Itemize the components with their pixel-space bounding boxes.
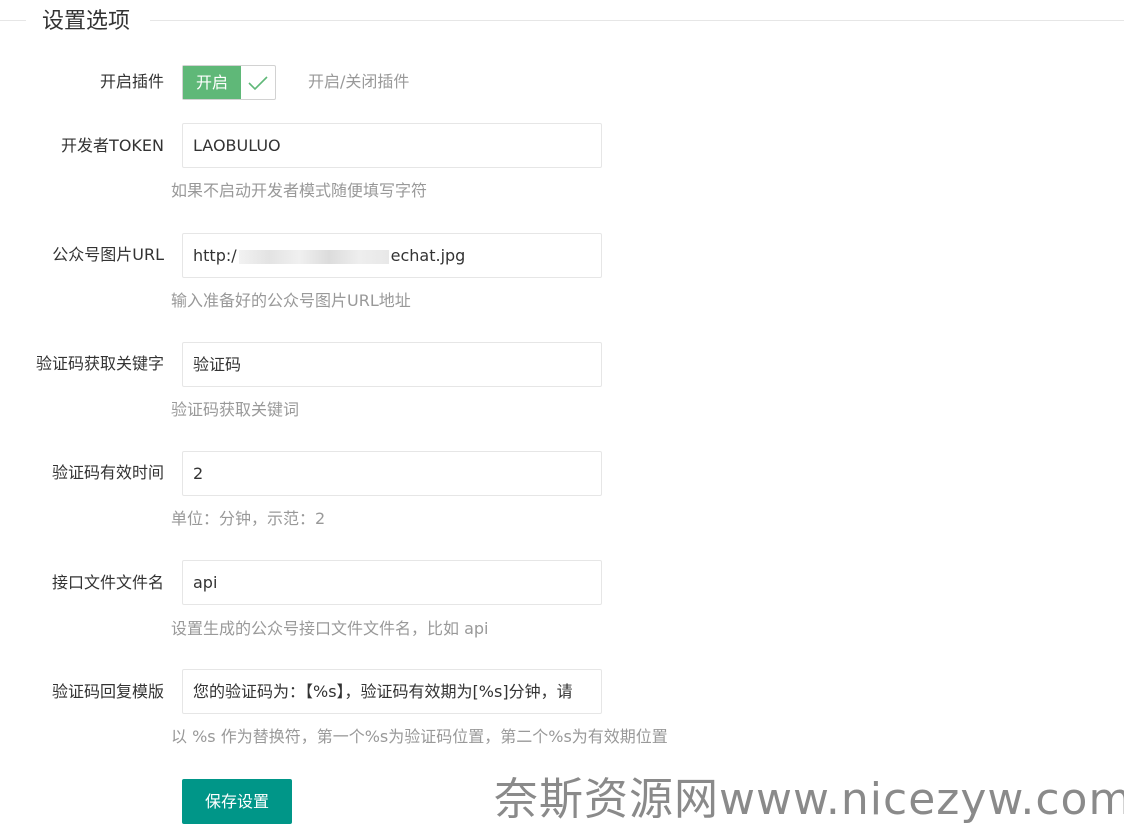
section-title: 设置选项 xyxy=(38,6,135,38)
fieldset-border-right xyxy=(150,20,1124,21)
reply-template-label: 验证码回复模版 xyxy=(51,682,164,701)
plugin-toggle-switch[interactable]: 开启 xyxy=(182,65,276,100)
developer-token-input[interactable]: LAOBULUO xyxy=(182,123,602,168)
plugin-switch-hint: 开启/关闭插件 xyxy=(308,72,410,91)
qr-image-url-label: 公众号图片URL xyxy=(52,245,164,264)
developer-token-hint: 如果不启动开发者模式随便填写字符 xyxy=(171,181,428,200)
site-watermark: 奈斯资源网www.nicezyw.com xyxy=(494,774,1124,825)
developer-token-label: 开发者TOKEN xyxy=(61,136,164,155)
reply-template-input[interactable]: 您的验证码为：【%s】，验证码有效期为[%s]分钟，请 xyxy=(182,669,602,714)
code-keyword-hint: 验证码获取关键词 xyxy=(171,400,300,419)
reply-template-hint: 以 %s 作为替换符，第一个%s为验证码位置，第二个%s为有效期位置 xyxy=(171,727,668,746)
code-keyword-label: 验证码获取关键字 xyxy=(35,354,164,373)
code-keyword-input[interactable]: 验证码 xyxy=(182,342,602,387)
plugin-switch-label: 开启插件 xyxy=(99,72,164,91)
check-icon xyxy=(241,66,275,99)
code-validity-label: 验证码有效时间 xyxy=(51,463,164,482)
redacted-url-segment xyxy=(238,249,389,264)
api-filename-hint: 设置生成的公众号接口文件文件名，比如 api xyxy=(171,619,489,638)
api-filename-label: 接口文件文件名 xyxy=(51,573,164,592)
api-filename-input[interactable]: api xyxy=(182,560,602,605)
url-suffix-text: echat.jpg xyxy=(390,246,466,265)
qr-image-url-hint: 输入准备好的公众号图片URL地址 xyxy=(171,291,411,310)
switch-state-text: 开启 xyxy=(183,66,241,99)
url-prefix-text: http:/ xyxy=(193,246,237,265)
fieldset-border-left xyxy=(0,20,26,21)
save-settings-button[interactable]: 保存设置 xyxy=(182,779,292,824)
qr-image-url-input[interactable]: http:/ echat.jpg xyxy=(182,233,602,278)
code-validity-input[interactable]: 2 xyxy=(182,451,602,496)
code-validity-hint: 单位：分钟，示范：2 xyxy=(171,509,326,528)
